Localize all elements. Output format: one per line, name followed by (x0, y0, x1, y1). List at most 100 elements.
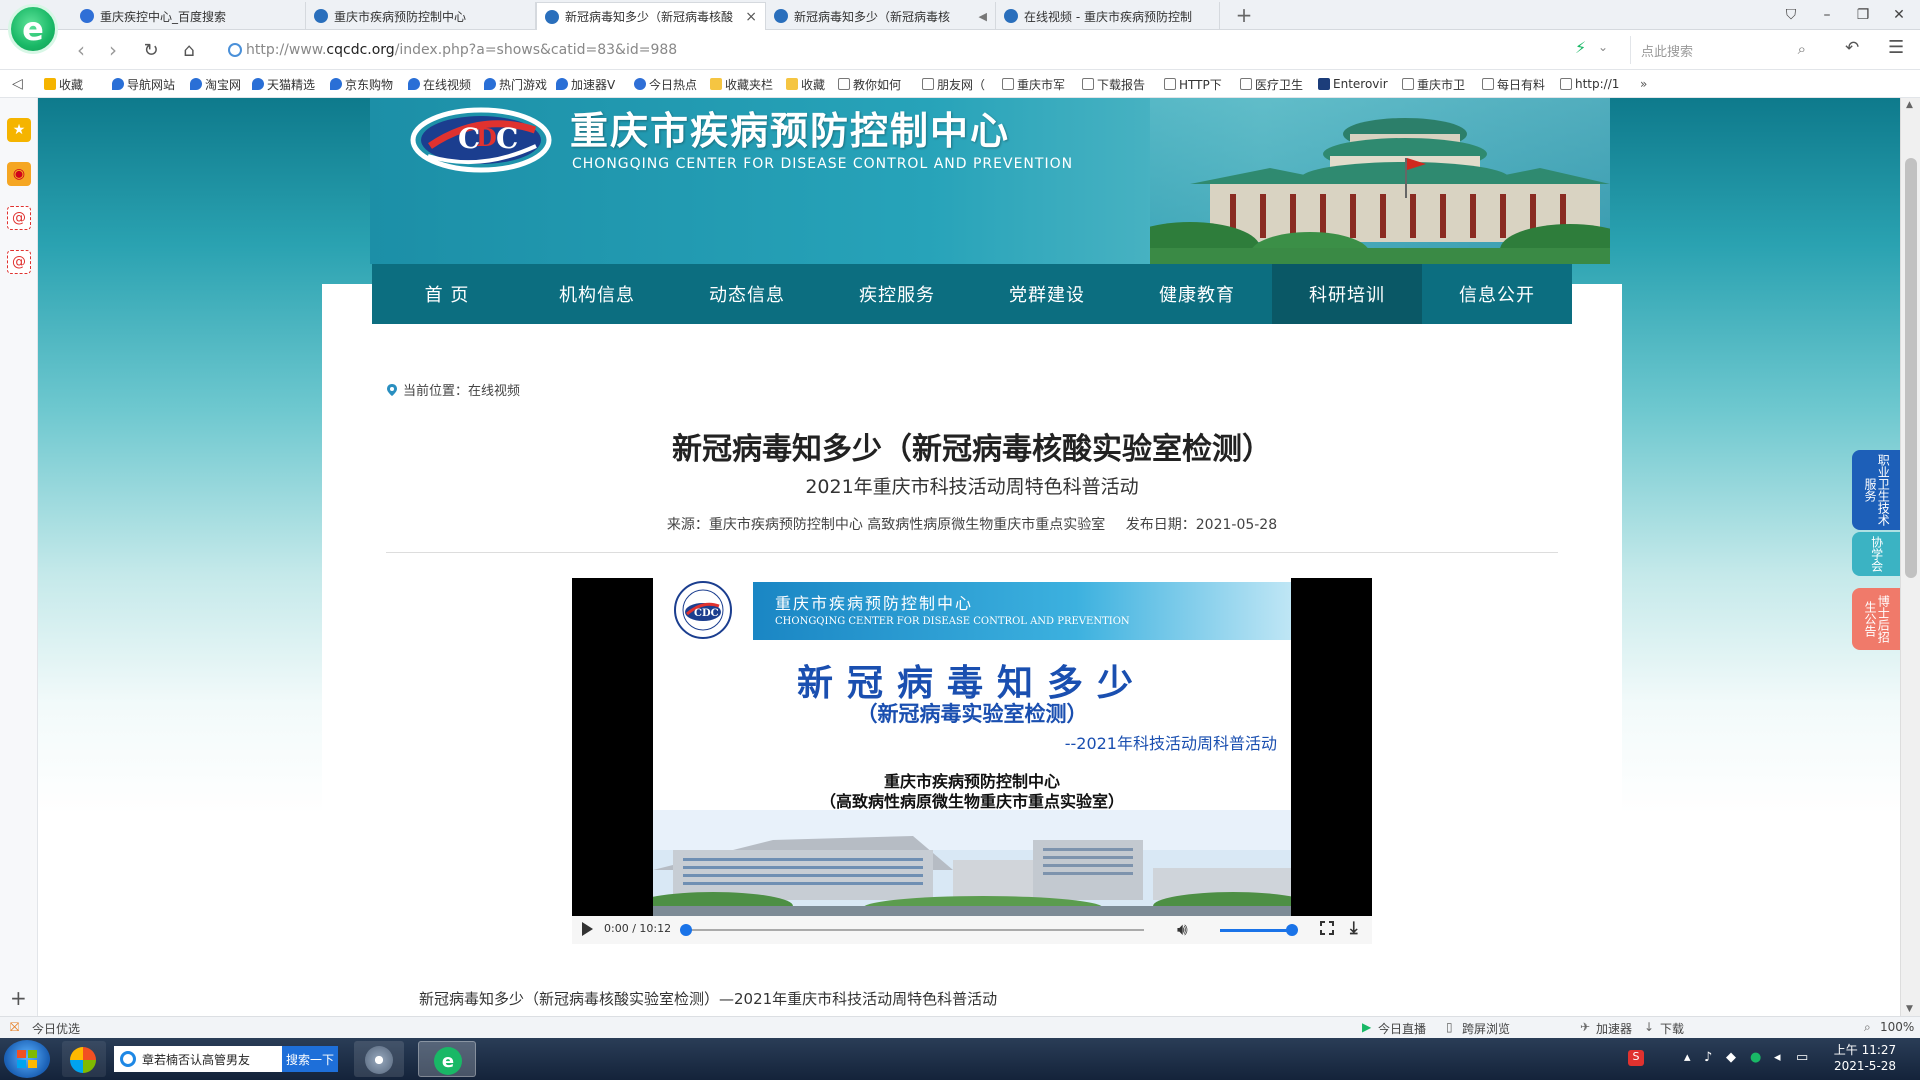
phone-icon[interactable]: ▯ (1446, 1020, 1453, 1034)
volume-tray-icon[interactable]: ◂ (1774, 1050, 1781, 1065)
bookmark-item[interactable]: 重庆市军 (1002, 75, 1065, 93)
nav-item-6[interactable]: 健康教育 (1122, 264, 1272, 324)
status-item-5[interactable]: 100% (1880, 1020, 1914, 1034)
refresh-icon[interactable]: ↻ (138, 37, 164, 63)
seek-handle[interactable] (680, 924, 692, 936)
status-item-2[interactable]: 跨屏浏览 (1462, 1020, 1510, 1037)
bookmark-item[interactable]: 朋友网（ (922, 75, 985, 93)
download-icon[interactable]: ⤓ (1350, 918, 1358, 938)
bookmarks-more[interactable]: » (1640, 75, 1647, 93)
tab-3[interactable]: 新冠病毒知多少（新冠病毒核酸 × (536, 2, 766, 30)
fullscreen-icon[interactable] (1319, 920, 1335, 936)
taskbar-app-360-icon[interactable] (62, 1041, 106, 1077)
notification-bell-icon[interactable]: ♪ (1704, 1050, 1712, 1065)
browser-logo-icon[interactable]: e (8, 4, 58, 54)
tray-browser-icon[interactable]: ● (1750, 1050, 1761, 1065)
bookmark-item[interactable]: 收藏 (786, 75, 825, 93)
scroll-thumb[interactable] (1905, 158, 1917, 578)
bookmark-item[interactable]: 下载报告 (1082, 75, 1145, 93)
menu-icon[interactable]: ☰ (1888, 37, 1904, 58)
taskbar-app-browser-icon[interactable]: e (418, 1041, 476, 1077)
nav-item-3[interactable]: 动态信息 (672, 264, 822, 324)
bookmark-item[interactable]: 收藏夹栏 (710, 75, 773, 93)
sidebar-toggle-icon[interactable]: ◁ (12, 75, 23, 93)
nav-item-8[interactable]: 信息公开 (1422, 264, 1572, 324)
weibo-icon[interactable]: ◉ (7, 162, 31, 186)
float-link-3[interactable]: 博士后招生公告 (1852, 588, 1900, 650)
sogou-ime-icon[interactable]: S (1628, 1050, 1644, 1066)
gift-icon[interactable]: ⛝ (10, 1020, 19, 1035)
nav-item-7[interactable]: 科研培训 (1272, 264, 1422, 324)
tab-5[interactable]: 在线视频 - 重庆市疾病预防控制 (996, 2, 1220, 30)
taskbar-search-button[interactable]: 搜索一下 (282, 1046, 338, 1072)
status-item-1[interactable]: 今日直播 (1378, 1020, 1426, 1037)
taskbar-app-player-icon[interactable] (354, 1041, 404, 1077)
bookmark-item[interactable]: 导航网站 (112, 75, 175, 93)
forward-icon[interactable]: › (100, 37, 126, 63)
float-link-1[interactable]: 职业卫生技术服务 (1852, 450, 1900, 530)
undo-icon[interactable]: ↶ (1845, 38, 1859, 58)
close-window-button[interactable]: ✕ (1884, 2, 1914, 28)
network-icon[interactable]: ▭ (1796, 1050, 1808, 1065)
play-icon[interactable] (582, 922, 593, 936)
status-today-picks[interactable]: 今日优选 (32, 1020, 80, 1037)
bookmark-item[interactable]: 收藏 (44, 75, 83, 93)
live-icon[interactable]: ▶ (1362, 1020, 1371, 1034)
status-item-3[interactable]: 加速器 (1596, 1020, 1632, 1037)
bookmark-item[interactable]: 今日热点 (634, 75, 697, 93)
tray-expand-icon[interactable]: ▴ (1684, 1050, 1691, 1065)
volume-slider[interactable] (1220, 924, 1298, 936)
bookmark-item[interactable]: HTTP下 (1164, 75, 1222, 93)
address-bar[interactable]: http://www. cqcdc.org/index.php?a=shows&c… (222, 36, 1602, 64)
volume-handle[interactable] (1286, 924, 1298, 936)
new-tab-button[interactable]: + (1232, 3, 1256, 27)
nav-item-4[interactable]: 疾控服务 (822, 264, 972, 324)
bookmark-item[interactable]: 在线视频 (408, 75, 471, 93)
chevron-down-icon[interactable]: ⌄ (1598, 40, 1608, 54)
windows-start-icon[interactable] (4, 1040, 50, 1078)
tab-close-button[interactable]: × (745, 9, 757, 25)
tab-audio-icon[interactable]: ◀ (979, 10, 987, 23)
download-icon[interactable]: ↓ (1644, 1020, 1654, 1034)
float-link-2[interactable]: 协学会 (1852, 532, 1900, 576)
tray-app-icon[interactable]: ◆ (1726, 1050, 1736, 1065)
bookmark-item[interactable]: 热门游戏 (484, 75, 547, 93)
restore-button[interactable]: ❐ (1848, 2, 1878, 28)
nav-item-1[interactable]: 首 页 (372, 264, 522, 324)
bookmark-item[interactable]: http://1 (1560, 75, 1619, 93)
search-input[interactable]: 点此搜索 ⌕ (1630, 36, 1810, 64)
seek-bar[interactable] (680, 924, 1144, 936)
mail-at-icon[interactable]: @ (7, 250, 31, 274)
taskbar-search-input[interactable]: 章若楠否认高管男友 搜索一下 (114, 1046, 338, 1072)
bookmark-item[interactable]: 重庆市卫 (1402, 75, 1465, 93)
zoom-icon[interactable]: ⌕ (1864, 1020, 1871, 1035)
site-info-icon[interactable] (228, 43, 242, 57)
rocket-icon[interactable]: ✈ (1580, 1020, 1590, 1034)
scroll-down-icon[interactable]: ▼ (1906, 1004, 1913, 1014)
shirt-skin-icon[interactable]: ⛉ (1776, 2, 1806, 28)
home-icon[interactable]: ⌂ (176, 37, 202, 63)
lightning-icon[interactable]: ⚡ (1575, 38, 1586, 57)
nav-item-5[interactable]: 党群建设 (972, 264, 1122, 324)
volume-icon[interactable]: 🔊︎ (1177, 920, 1188, 940)
tab-2[interactable]: 重庆市疾病预防控制中心 (306, 2, 536, 30)
search-icon[interactable]: ⌕ (1798, 40, 1806, 58)
bookmark-item[interactable]: 淘宝网 (190, 75, 241, 93)
add-sidebar-icon[interactable]: + (10, 986, 27, 1010)
tab-4[interactable]: 新冠病毒知多少（新冠病毒核 ◀ (766, 2, 996, 30)
back-icon[interactable]: ‹ (68, 37, 94, 63)
scroll-up-icon[interactable]: ▲ (1906, 100, 1913, 110)
tab-1[interactable]: 重庆疾控中心_百度搜索 (72, 2, 306, 30)
bookmark-item[interactable]: 教你如何 (838, 75, 901, 93)
minimize-button[interactable]: – (1812, 2, 1842, 28)
bookmark-item[interactable]: 天猫精选 (252, 75, 315, 93)
system-clock[interactable]: 上午 11:27 2021-5-28 (1830, 1042, 1900, 1074)
video-player[interactable]: CDC 重庆市疾病预防控制中心 CHONGQING CENTER FOR DIS… (572, 578, 1372, 916)
nav-item-2[interactable]: 机构信息 (522, 264, 672, 324)
bookmark-item[interactable]: 每日有料 (1482, 75, 1545, 93)
mail-at-icon[interactable]: @ (7, 206, 31, 230)
bookmark-item[interactable]: 医疗卫生 (1240, 75, 1303, 93)
bookmark-item[interactable]: Enterovir (1318, 75, 1388, 93)
vertical-scrollbar[interactable]: ▲ ▼ (1900, 98, 1920, 1016)
bookmark-item[interactable]: 加速器V (556, 75, 615, 93)
